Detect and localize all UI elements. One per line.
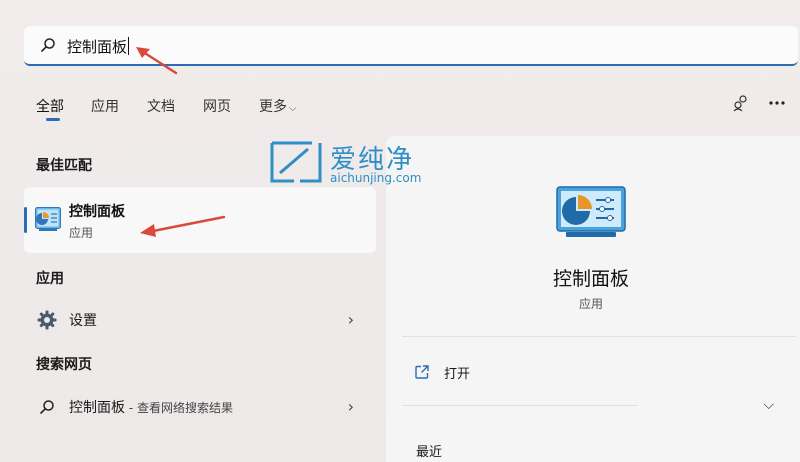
tab-apps[interactable]: 应用 bbox=[91, 96, 119, 116]
settings-label: 设置 bbox=[69, 313, 97, 329]
open-external-icon bbox=[415, 365, 429, 379]
selection-indicator bbox=[24, 207, 27, 233]
tab-all[interactable]: 全部 bbox=[36, 96, 64, 116]
best-match-heading: 最佳匹配 bbox=[36, 158, 92, 174]
recent-heading: 最近 bbox=[416, 445, 443, 460]
tab-web[interactable]: 网页 bbox=[203, 96, 231, 116]
people-icon bbox=[733, 95, 747, 112]
watermark-url: aichunjing.com bbox=[330, 171, 422, 185]
web-search-query: 控制面板 bbox=[69, 400, 125, 416]
best-match-type: 应用 bbox=[69, 226, 94, 240]
watermark-logo-icon bbox=[270, 141, 322, 183]
web-search-result[interactable]: 控制面板 - 查看网络搜索结果 › bbox=[24, 389, 376, 423]
apps-heading: 应用 bbox=[36, 271, 64, 287]
active-tab-indicator bbox=[46, 118, 60, 121]
control-panel-icon bbox=[35, 207, 61, 231]
expand-chevron-icon[interactable]: ⌵ bbox=[763, 397, 774, 413]
search-input[interactable]: 控制面板 bbox=[67, 36, 130, 57]
control-panel-icon bbox=[556, 186, 626, 237]
more-options-button[interactable] bbox=[766, 92, 788, 114]
text-caret bbox=[128, 37, 130, 55]
divider bbox=[402, 405, 638, 406]
annotation-arrow bbox=[136, 47, 178, 75]
settings-result[interactable]: 设置 › bbox=[24, 302, 376, 336]
web-search-label: 控制面板 - 查看网络搜索结果 bbox=[69, 397, 233, 417]
best-match-name: 控制面板 bbox=[69, 204, 125, 220]
open-label: 打开 bbox=[444, 367, 471, 382]
annotation-arrow bbox=[140, 215, 226, 237]
detail-panel: 控制面板 应用 打开 ⌵ 最近 bbox=[386, 136, 800, 462]
search-query: 控制面板 bbox=[67, 38, 128, 56]
account-switch-button[interactable] bbox=[730, 92, 752, 114]
divider bbox=[402, 336, 796, 337]
more-dots-icon bbox=[769, 101, 785, 105]
chevron-right-icon: › bbox=[347, 310, 354, 329]
open-action[interactable]: 打开 bbox=[402, 360, 762, 388]
settings-gear-icon bbox=[36, 309, 58, 331]
search-icon bbox=[36, 396, 58, 418]
watermark: 爱纯净 aichunjing.com bbox=[268, 139, 448, 189]
web-search-heading: 搜索网页 bbox=[36, 357, 92, 373]
chevron-right-icon: › bbox=[347, 397, 354, 416]
detail-app-type: 应用 bbox=[578, 297, 603, 311]
tab-more[interactable]: 更多 ⌵ bbox=[259, 96, 297, 116]
web-search-suffix: - 查看网络搜索结果 bbox=[125, 401, 233, 415]
chevron-down-icon: ⌵ bbox=[289, 103, 297, 114]
detail-app-name: 控制面板 bbox=[552, 268, 629, 290]
tab-more-label: 更多 bbox=[259, 99, 287, 115]
tab-documents[interactable]: 文档 bbox=[147, 96, 175, 116]
search-icon bbox=[41, 38, 55, 52]
